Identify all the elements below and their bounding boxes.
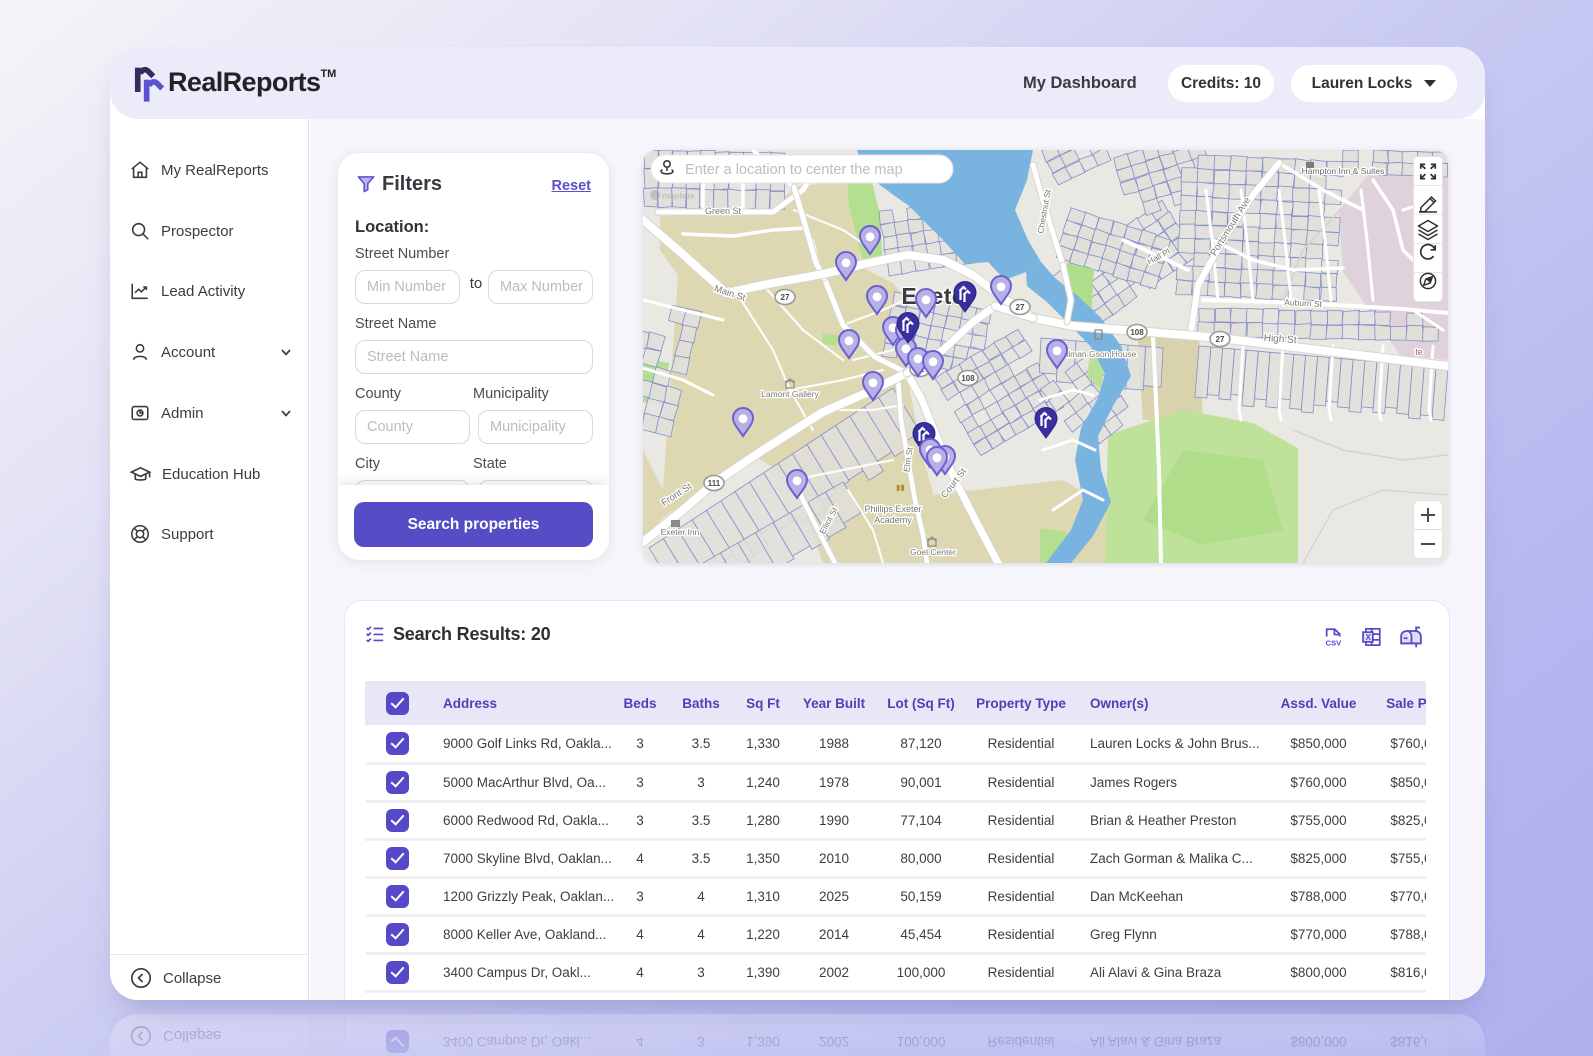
svg-text:Green St: Green St bbox=[705, 206, 742, 216]
svg-text:Enter a location to center the: Enter a location to center the map bbox=[685, 162, 903, 178]
svg-text:Hampton Inn & Suites: Hampton Inn & Suites bbox=[1302, 166, 1385, 176]
svg-text:Gilman Gson House: Gilman Gson House bbox=[1060, 349, 1137, 359]
svg-text:108: 108 bbox=[961, 374, 975, 383]
svg-text:Goel Center: Goel Center bbox=[910, 547, 956, 557]
svg-text:Phillips Exeter: Phillips Exeter bbox=[864, 504, 921, 514]
svg-text:108: 108 bbox=[1130, 328, 1144, 337]
svg-text:High St: High St bbox=[1263, 333, 1297, 346]
svg-text:111: 111 bbox=[708, 479, 721, 488]
svg-text:Exeter Inn: Exeter Inn bbox=[661, 527, 700, 537]
svg-text:Lamont Gallery: Lamont Gallery bbox=[761, 389, 819, 399]
svg-text:CSV: CSV bbox=[1325, 639, 1342, 648]
svg-text:te: te bbox=[1415, 347, 1423, 357]
svg-text:mapbox: mapbox bbox=[662, 191, 695, 201]
svg-text:Auburn St: Auburn St bbox=[1284, 297, 1323, 309]
svg-text:27: 27 bbox=[1216, 335, 1225, 344]
svg-text:X: X bbox=[1365, 633, 1371, 642]
svg-text:Academy: Academy bbox=[874, 515, 912, 525]
svg-text:27: 27 bbox=[1016, 303, 1025, 312]
svg-text:▮▮: ▮▮ bbox=[896, 483, 905, 492]
svg-text:27: 27 bbox=[781, 293, 790, 302]
